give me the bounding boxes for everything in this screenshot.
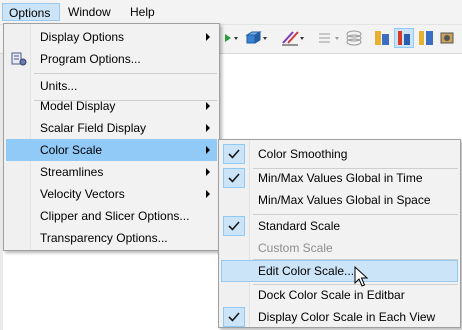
menu-item-display-options[interactable]: Display Options (6, 26, 217, 48)
menu-item-label: Streamlines (40, 165, 104, 179)
menu-item-label: Clipper and Slicer Options... (40, 209, 190, 223)
menu-item-streamlines[interactable]: Streamlines (6, 161, 217, 183)
pointer-cursor-icon (354, 265, 369, 288)
menu-item-label: Color Scale (40, 143, 103, 157)
box-view-icon[interactable] (244, 28, 270, 48)
options-menu: Display Options Program Options... Units… (3, 23, 220, 251)
checkmark-icon (223, 144, 245, 164)
color-scale-submenu: Color Smoothing Min/Max Values Global in… (218, 139, 461, 328)
menu-options[interactable]: Options (2, 3, 60, 21)
submenu-arrow-icon (206, 102, 210, 110)
color-bar-icon[interactable] (372, 28, 392, 48)
menu-item-transparency[interactable]: Transparency Options... (6, 227, 217, 249)
menu-item-color-scale[interactable]: Color Scale (6, 139, 217, 161)
menu-help[interactable]: Help (124, 3, 164, 21)
menu-item-model-display[interactable]: Model Display (6, 95, 217, 117)
menu-item-label: Min/Max Values Global in Space (258, 193, 431, 207)
line-style-icon[interactable] (280, 28, 306, 48)
menu-separator (34, 73, 217, 74)
submenu-item-color-smoothing[interactable]: Color Smoothing (221, 143, 458, 165)
submenu-item-dock-color-scale[interactable]: Dock Color Scale in Editbar (221, 284, 458, 306)
program-options-icon (11, 51, 27, 74)
submenu-arrow-icon (206, 124, 210, 132)
color-scale-active-icon[interactable] (394, 28, 414, 48)
menu-window[interactable]: Window (62, 3, 120, 21)
menu-item-label: Units... (40, 79, 78, 93)
menu-item-label: Program Options... (40, 52, 141, 66)
menu-item-label: Transparency Options... (40, 231, 168, 245)
menu-item-label: Dock Color Scale in Editbar (258, 288, 405, 302)
camera-icon[interactable] (438, 28, 458, 48)
submenu-item-standard-scale[interactable]: Standard Scale (221, 215, 458, 237)
menu-item-label: Standard Scale (258, 219, 341, 233)
menu-bar: Options Window Help (0, 0, 462, 25)
menu-item-label: Color Smoothing (258, 147, 348, 161)
menu-item-scalar-field-display[interactable]: Scalar Field Display (6, 117, 217, 139)
menu-item-label: Velocity Vectors (40, 187, 125, 201)
menu-help-label: Help (130, 5, 155, 19)
submenu-arrow-icon (206, 190, 210, 198)
menu-options-label: Options (9, 6, 51, 20)
menu-item-label: Display Options (40, 30, 125, 44)
checkmark-icon (223, 168, 245, 188)
checkmark-icon (223, 307, 245, 327)
menu-item-velocity-vectors[interactable]: Velocity Vectors (6, 183, 217, 205)
submenu-arrow-icon (206, 33, 210, 41)
submenu-arrow-icon (206, 168, 210, 176)
menu-item-label: Scalar Field Display (40, 121, 147, 135)
menu-window-label: Window (68, 5, 111, 19)
menu-item-label: Edit Color Scale... (258, 264, 355, 278)
menu-item-label: Custom Scale (258, 241, 333, 255)
menu-item-clipper-slicer[interactable]: Clipper and Slicer Options... (6, 205, 217, 227)
submenu-item-minmax-global-time[interactable]: Min/Max Values Global in Time (221, 167, 458, 189)
layers-icon[interactable] (344, 28, 364, 48)
menu-item-label: Min/Max Values Global in Time (258, 171, 423, 185)
submenu-arrow-icon (206, 146, 210, 154)
submenu-item-custom-scale: Custom Scale (221, 237, 458, 259)
menu-item-label: Model Display (40, 99, 116, 113)
submenu-item-display-color-scale-each-view[interactable]: Display Color Scale in Each View (221, 306, 458, 328)
flow-arrow-icon[interactable] (316, 28, 342, 48)
submenu-item-minmax-global-space[interactable]: Min/Max Values Global in Space (221, 189, 458, 211)
menu-item-program-options[interactable]: Program Options... (6, 48, 217, 70)
legend-icon[interactable] (416, 28, 436, 48)
play-dropdown-icon[interactable] (222, 28, 242, 48)
menu-item-units[interactable]: Units... (6, 75, 217, 97)
checkmark-icon (223, 216, 245, 236)
menu-item-label: Display Color Scale in Each View (258, 310, 436, 324)
submenu-item-edit-color-scale[interactable]: Edit Color Scale... (221, 260, 458, 282)
